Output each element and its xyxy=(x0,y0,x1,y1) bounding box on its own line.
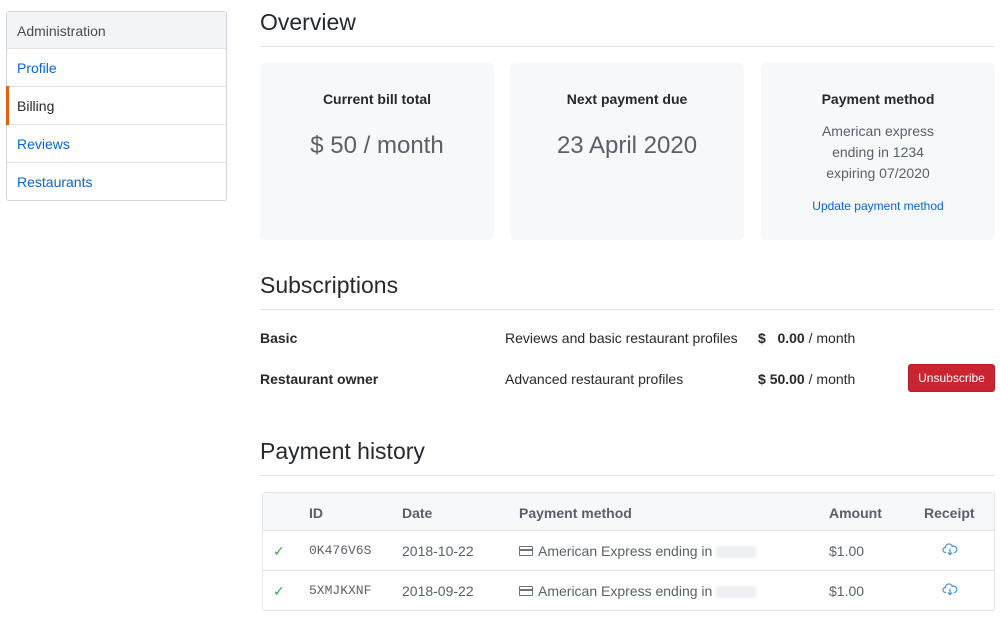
payment-method-line: American express xyxy=(821,123,935,139)
column-header-id: ID xyxy=(309,505,323,521)
success-check-icon: ✓ xyxy=(273,543,285,559)
bill-total-value: $ 50 / month xyxy=(310,132,444,159)
table-row: ✓ 5XMJKXNF 2018-09-22 American Express e… xyxy=(263,571,994,611)
payment-method-text: American Express ending in xyxy=(538,583,713,599)
payment-id: 0K476V6S xyxy=(309,543,372,558)
cloud-download-icon[interactable] xyxy=(942,581,958,600)
payment-date: 2018-09-22 xyxy=(402,583,474,599)
unsubscribe-button[interactable]: Unsubscribe xyxy=(908,364,995,392)
sidebar-item-restaurants[interactable]: Restaurants xyxy=(7,163,226,200)
price-amount: 50.00 xyxy=(769,371,805,387)
card-title: Current bill total xyxy=(322,91,432,107)
sidebar-item-reviews[interactable]: Reviews xyxy=(7,125,226,163)
next-payment-card: Next payment due 23 April 2020 xyxy=(510,63,744,240)
next-payment-value: 23 April 2020 xyxy=(556,132,698,159)
subscription-name: Restaurant owner xyxy=(260,371,379,387)
payment-method-cell: American Express ending in xyxy=(519,583,757,599)
payment-method-details: American express ending in 1234 expiring… xyxy=(761,121,995,184)
payment-history-table: ID Date Payment method Amount Receipt ✓ … xyxy=(262,492,995,611)
masked-card-digits xyxy=(716,546,757,559)
sidebar-item-billing[interactable]: Billing xyxy=(6,86,226,125)
sidebar-nav: Administration Profile Billing Reviews R… xyxy=(6,11,227,201)
overview-cards: Current bill total $ 50 / month Next pay… xyxy=(260,63,995,240)
credit-card-icon xyxy=(519,586,533,597)
table-header-row: ID Date Payment method Amount Receipt xyxy=(263,493,994,531)
subscription-price: $ 0.00 / month xyxy=(758,330,855,346)
subscription-name: Basic xyxy=(260,330,298,346)
card-title: Payment method xyxy=(821,91,935,107)
payment-method-cell: American Express ending in xyxy=(519,543,757,559)
table-row: ✓ 0K476V6S 2018-10-22 American Express e… xyxy=(263,531,994,571)
payment-amount: $1.00 xyxy=(829,583,865,599)
subscriptions-title: Subscriptions xyxy=(260,272,995,310)
price-currency: $ xyxy=(758,371,766,387)
price-amount: 0.00 xyxy=(777,330,805,346)
subscription-row: Basic Reviews and basic restaurant profi… xyxy=(260,323,995,353)
card-title: Next payment due xyxy=(566,91,688,107)
payment-method-line: ending in 1234 xyxy=(832,144,924,160)
success-check-icon: ✓ xyxy=(273,583,285,599)
payment-date: 2018-10-22 xyxy=(402,543,474,559)
payment-amount: $1.00 xyxy=(829,543,865,559)
column-header-receipt: Receipt xyxy=(924,505,975,521)
price-currency: $ xyxy=(758,330,766,346)
price-period: / month xyxy=(808,330,856,346)
payment-id: 5XMJKXNF xyxy=(309,583,372,598)
update-payment-method-link[interactable]: Update payment method xyxy=(761,199,995,213)
payment-history-title: Payment history xyxy=(260,438,995,476)
bill-total-card: Current bill total $ 50 / month xyxy=(260,63,494,240)
subscription-description: Reviews and basic restaurant profiles xyxy=(505,330,738,346)
payment-method-card: Payment method American express ending i… xyxy=(761,63,995,240)
price-period: / month xyxy=(808,371,856,387)
column-header-payment-method: Payment method xyxy=(519,505,632,521)
subscription-row: Restaurant owner Advanced restaurant pro… xyxy=(260,364,995,394)
credit-card-icon xyxy=(519,546,533,557)
column-header-amount: Amount xyxy=(829,505,882,521)
overview-title: Overview xyxy=(260,9,995,47)
sidebar-heading: Administration xyxy=(7,12,226,49)
subscription-price: $ 50.00 / month xyxy=(758,371,855,387)
masked-card-digits xyxy=(716,586,757,599)
payment-method-line: expiring 07/2020 xyxy=(826,165,930,181)
sidebar-item-profile[interactable]: Profile xyxy=(7,49,226,87)
cloud-download-icon[interactable] xyxy=(942,541,958,560)
column-header-date: Date xyxy=(402,505,433,521)
payment-method-text: American Express ending in xyxy=(538,543,713,559)
subscription-description: Advanced restaurant profiles xyxy=(505,371,684,387)
